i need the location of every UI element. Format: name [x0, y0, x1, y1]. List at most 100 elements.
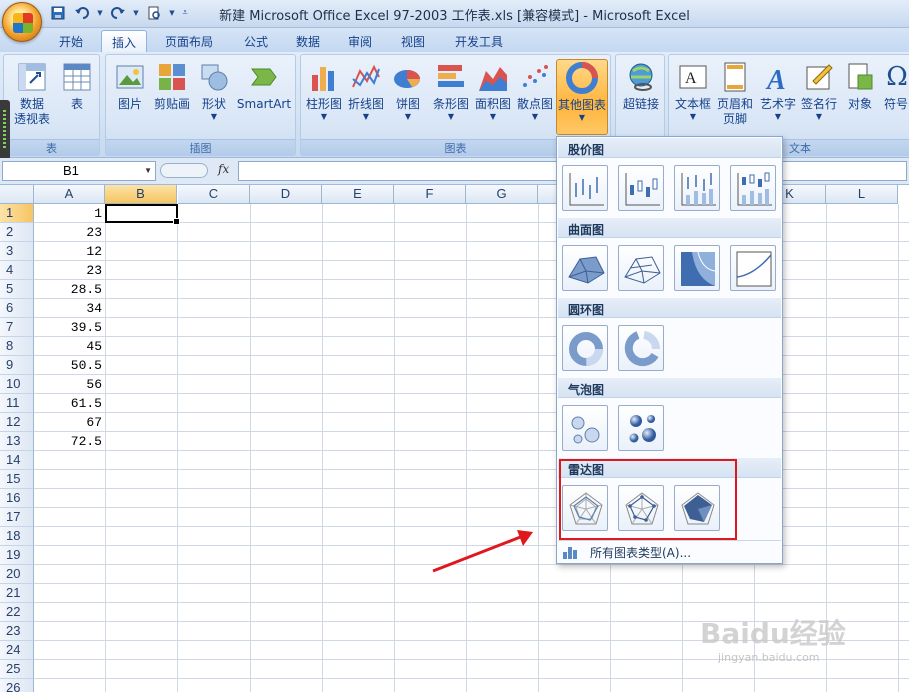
- office-button[interactable]: [2, 2, 42, 42]
- surface-wireframe-icon[interactable]: [618, 245, 664, 291]
- tab-review[interactable]: 审阅: [337, 30, 383, 52]
- all-chart-types-item[interactable]: 所有图表类型(A)...: [558, 540, 781, 562]
- cell-a6[interactable]: 34: [34, 299, 105, 318]
- chevron-down-icon: ▼: [689, 112, 697, 121]
- cell-a5[interactable]: 28.5: [34, 280, 105, 299]
- group-illustrations: 图片 剪贴画 形状 ▼ SmartArt 插图: [105, 54, 296, 156]
- tab-data[interactable]: 数据: [285, 30, 331, 52]
- stock-chart-ohlc-icon[interactable]: [618, 165, 664, 211]
- row-header-6[interactable]: 6: [0, 299, 34, 318]
- row-header-12[interactable]: 12: [0, 413, 34, 432]
- row-header-23[interactable]: 23: [0, 622, 34, 641]
- other-charts-button[interactable]: 其他图表 ▼: [556, 59, 608, 135]
- column-header-d[interactable]: D: [250, 185, 322, 204]
- hyperlink-button[interactable]: 超链接: [619, 59, 663, 135]
- row-header-11[interactable]: 11: [0, 394, 34, 413]
- header-footer-button[interactable]: 页眉和 页脚: [715, 59, 755, 135]
- column-header-c[interactable]: C: [178, 185, 250, 204]
- row-header-10[interactable]: 10: [0, 375, 34, 394]
- cell-a11[interactable]: 61.5: [34, 394, 105, 413]
- smartart-button[interactable]: SmartArt: [236, 59, 292, 135]
- chevron-down-icon[interactable]: ▼: [144, 166, 152, 175]
- formula-expand-handle[interactable]: [160, 163, 208, 178]
- column-header-e[interactable]: E: [322, 185, 394, 204]
- bubble-chart-icon[interactable]: [562, 405, 608, 451]
- select-all-corner[interactable]: [0, 185, 34, 204]
- textbox-button[interactable]: A 文本框 ▼: [671, 59, 715, 135]
- surface-contour-wireframe-icon[interactable]: [730, 245, 776, 291]
- line-chart-button[interactable]: 折线图 ▼: [346, 59, 386, 135]
- row-header-2[interactable]: 2: [0, 223, 34, 242]
- cell-a10[interactable]: 56: [34, 375, 105, 394]
- tab-view[interactable]: 视图: [390, 30, 436, 52]
- column-header-b[interactable]: B: [105, 185, 177, 204]
- cell-a12[interactable]: 67: [34, 413, 105, 432]
- row-header-20[interactable]: 20: [0, 565, 34, 584]
- pie-chart-button[interactable]: 饼图 ▼: [389, 59, 427, 135]
- chevron-down-icon: ▼: [489, 112, 497, 121]
- picture-button[interactable]: 图片: [112, 59, 148, 135]
- cell-a8[interactable]: 45: [34, 337, 105, 356]
- doughnut-chart-icon[interactable]: [562, 325, 608, 371]
- row-header-13[interactable]: 13: [0, 432, 34, 451]
- cell-a2[interactable]: 23: [34, 223, 105, 242]
- row-header-22[interactable]: 22: [0, 603, 34, 622]
- cell-a4[interactable]: 23: [34, 261, 105, 280]
- tab-formulas[interactable]: 公式: [233, 30, 279, 52]
- row-header-17[interactable]: 17: [0, 508, 34, 527]
- column-header-g[interactable]: G: [466, 185, 538, 204]
- row-header-5[interactable]: 5: [0, 280, 34, 299]
- stock-chart-volume-hlc-icon[interactable]: [674, 165, 720, 211]
- tab-page-layout[interactable]: 页面布局: [155, 30, 223, 52]
- row-header-24[interactable]: 24: [0, 641, 34, 660]
- tab-home[interactable]: 开始: [46, 30, 96, 52]
- side-handle[interactable]: [0, 100, 10, 160]
- selected-cell-b1[interactable]: [105, 204, 180, 225]
- pivot-table-button[interactable]: 数据 透视表: [10, 59, 54, 135]
- row-header-1[interactable]: 1: [0, 204, 34, 223]
- bubble-3d-icon[interactable]: [618, 405, 664, 451]
- row-header-25[interactable]: 25: [0, 660, 34, 679]
- table-button[interactable]: 表: [58, 59, 96, 135]
- scatter-chart-button[interactable]: 散点图 ▼: [515, 59, 555, 135]
- column-header-l[interactable]: L: [826, 185, 898, 204]
- row-header-16[interactable]: 16: [0, 489, 34, 508]
- row-header-8[interactable]: 8: [0, 337, 34, 356]
- column-header-a[interactable]: A: [34, 185, 105, 204]
- object-button[interactable]: 对象: [841, 59, 879, 135]
- stock-chart-hlc-icon[interactable]: [562, 165, 608, 211]
- row-header-26[interactable]: 26: [0, 679, 34, 692]
- column-chart-button[interactable]: 柱形图 ▼: [304, 59, 344, 135]
- signature-line-button[interactable]: 签名行 ▼: [799, 59, 839, 135]
- column-header-f[interactable]: F: [394, 185, 466, 204]
- wordart-button[interactable]: A 艺术字 ▼: [757, 59, 799, 135]
- row-header-7[interactable]: 7: [0, 318, 34, 337]
- row-header-9[interactable]: 9: [0, 356, 34, 375]
- name-box[interactable]: B1 ▼: [2, 161, 156, 181]
- surface-3d-icon[interactable]: [562, 245, 608, 291]
- cell-a1[interactable]: 1: [34, 204, 105, 223]
- area-chart-button[interactable]: 面积图 ▼: [473, 59, 513, 135]
- cell-a13[interactable]: 72.5: [34, 432, 105, 451]
- row-header-19[interactable]: 19: [0, 546, 34, 565]
- cell-a9[interactable]: 50.5: [34, 356, 105, 375]
- insert-function-icon[interactable]: fx: [218, 162, 229, 176]
- pie-chart-icon: [392, 61, 424, 93]
- exploded-doughnut-icon[interactable]: [618, 325, 664, 371]
- shapes-button[interactable]: 形状 ▼: [196, 59, 232, 135]
- row-header-4[interactable]: 4: [0, 261, 34, 280]
- row-header-3[interactable]: 3: [0, 242, 34, 261]
- clipart-button[interactable]: 剪贴画: [151, 59, 193, 135]
- cell-a7[interactable]: 39.5: [34, 318, 105, 337]
- row-header-18[interactable]: 18: [0, 527, 34, 546]
- symbol-button[interactable]: Ω 符号: [881, 59, 909, 135]
- row-header-15[interactable]: 15: [0, 470, 34, 489]
- stock-chart-volume-ohlc-icon[interactable]: [730, 165, 776, 211]
- bar-chart-button[interactable]: 条形图 ▼: [430, 59, 472, 135]
- row-header-14[interactable]: 14: [0, 451, 34, 470]
- cell-a3[interactable]: 12: [34, 242, 105, 261]
- row-header-21[interactable]: 21: [0, 584, 34, 603]
- tab-insert[interactable]: 插入: [101, 30, 147, 52]
- surface-contour-icon[interactable]: [674, 245, 720, 291]
- tab-developer[interactable]: 开发工具: [446, 30, 512, 52]
